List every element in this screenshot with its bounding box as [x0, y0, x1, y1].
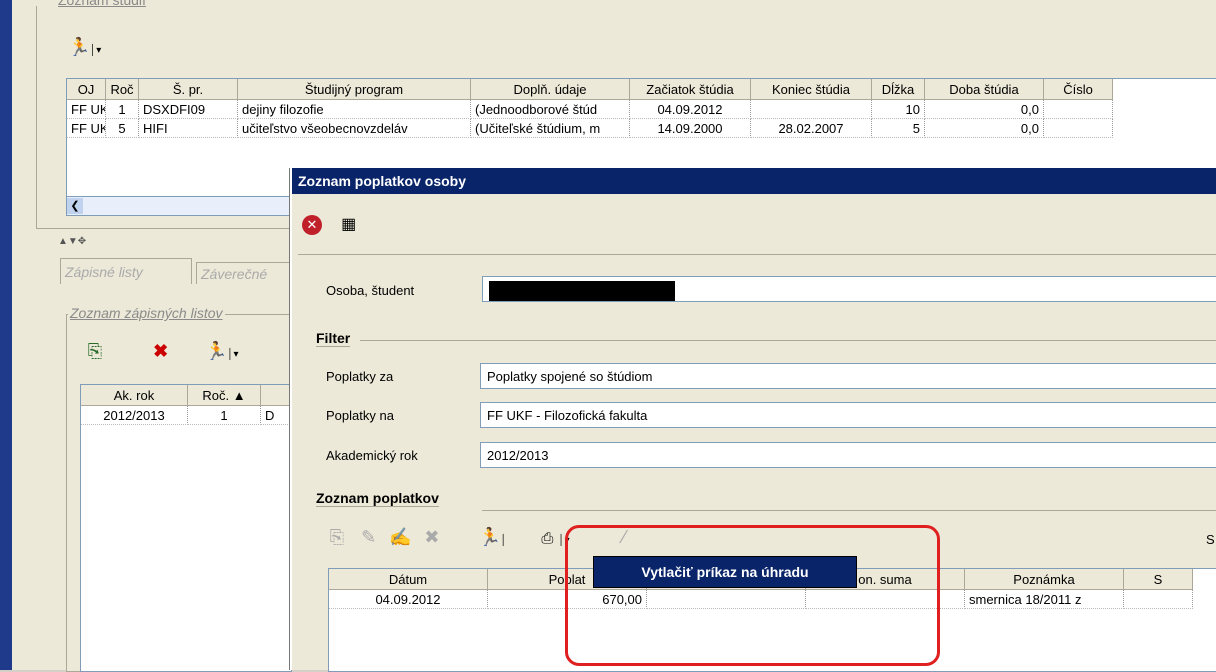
table-cell: 2012/2013 [81, 405, 188, 425]
fees-to-field[interactable]: FF UKF - Filozofická fakulta [480, 402, 1216, 428]
edit-pencil-icon[interactable]: ✎ [358, 526, 380, 548]
tab-label: Zápisné listy [65, 264, 143, 280]
right-s-label: S [1206, 532, 1215, 547]
table-cell: (Učiteľské štúdium, m [470, 118, 630, 138]
table-cell: 5 [105, 118, 139, 138]
dialog-toolbar: ✕ ▦ [302, 214, 360, 236]
column-header[interactable]: Roč [105, 79, 139, 100]
dropdown-arrow-icon[interactable]: │ [501, 535, 507, 546]
column-header[interactable]: Dátum [329, 569, 488, 590]
academic-year-field[interactable]: 2012/2013 [480, 442, 1216, 468]
table-cell: DSXDFI09 [138, 99, 238, 119]
table-cell: FF UKF [67, 118, 106, 138]
tab-zapisne-listy[interactable]: Zápisné listy [60, 258, 192, 284]
tab-label: Záverečné [201, 266, 268, 282]
delete-x-icon[interactable]: ✖ [150, 340, 172, 362]
window-frame-left [0, 0, 12, 670]
column-header[interactable]: Začiatok štúdia [629, 79, 751, 100]
table-cell: 0,0 [924, 118, 1044, 138]
table-cell: 1 [105, 99, 139, 119]
add-doc-icon[interactable]: ⎘ [326, 526, 348, 548]
scroll-left-icon[interactable]: ❮ [67, 198, 83, 214]
person-field[interactable] [482, 276, 1216, 302]
runner-icon[interactable]: 🏃 [205, 340, 227, 362]
table-cell: učiteľstvo všeobecnovzdeláv [237, 118, 471, 138]
table-cell: 5 [871, 118, 925, 138]
column-header[interactable]: Š. pr. [138, 79, 238, 100]
print-icon[interactable]: ⎙ [536, 528, 558, 550]
table-cell: 04.09.2012 [329, 589, 488, 609]
studies-toolbar: 🏃│▾ [68, 36, 101, 58]
column-header[interactable]: S [1123, 569, 1193, 590]
column-header[interactable]: Študijný program [237, 79, 471, 100]
column-header[interactable]: Ak. rok [81, 385, 188, 406]
add-doc-icon[interactable]: ⎘ [84, 340, 106, 362]
column-header[interactable]: Doplň. údaje [470, 79, 630, 100]
delete-x-icon[interactable]: ✖ [421, 526, 443, 548]
table-cell [1123, 589, 1193, 609]
table-cell: HIFI [138, 118, 238, 138]
table-row[interactable]: 2012/2013 1 D [81, 405, 290, 425]
column-header[interactable]: Koniec štúdia [750, 79, 872, 100]
studies-group-title: Zoznam štúdií [56, 0, 148, 8]
dialog-title: Zoznam poplatkov osoby [292, 168, 1216, 194]
close-red-icon[interactable]: ✕ [302, 215, 322, 235]
table-cell: FF UKF [67, 99, 106, 119]
runner-icon[interactable]: 🏃 [479, 526, 501, 548]
column-header[interactable]: Roč. ▲ [187, 385, 261, 406]
table-cell: 1 [187, 405, 261, 425]
table-cell [750, 99, 872, 119]
academic-year-label: Akademický rok [326, 448, 418, 463]
table-cell: smernica 18/2011 z [964, 589, 1124, 609]
sign-icon[interactable]: ✍ [389, 526, 411, 548]
runner-icon[interactable]: 🏃 [68, 36, 90, 58]
dropdown-arrow-icon[interactable]: │▾ [227, 349, 238, 360]
column-header[interactable]: OJ [67, 79, 106, 100]
table-cell: (Jednoodborové štúd [470, 99, 630, 119]
horizontal-scrollbar[interactable]: ❮ [66, 196, 292, 216]
table-cell: 28.02.2007 [750, 118, 872, 138]
separator [298, 254, 1216, 255]
fees-for-field[interactable]: Poplatky spojené so štúdiom [480, 363, 1216, 389]
grid-settings-icon[interactable]: ▦ [338, 214, 360, 236]
column-header[interactable]: Poznámka [964, 569, 1124, 590]
column-header[interactable]: Číslo [1043, 79, 1113, 100]
table-cell: 10 [871, 99, 925, 119]
fees-list-title: Zoznam poplatkov [316, 490, 439, 507]
table-cell: 0,0 [924, 99, 1044, 119]
person-label: Osoba, študent [326, 283, 415, 298]
fees-separator [482, 510, 1216, 511]
table-row[interactable]: FF UKF1DSXDFI09dejiny filozofie(Jednoodb… [67, 99, 1113, 119]
splitter-arrows[interactable]: ▲▼✥ [58, 236, 86, 247]
table-cell [1043, 118, 1113, 138]
table-row[interactable]: FF UKF5HIFIučiteľstvo všeobecnovzdeláv(U… [67, 118, 1113, 138]
column-header[interactable]: Dĺžka [871, 79, 925, 100]
table-cell [1043, 99, 1113, 119]
fees-to-label: Poplatky na [326, 408, 394, 423]
enroll-group-title: Zoznam zápisných listov [68, 305, 225, 321]
redaction-bar [489, 280, 675, 301]
column-header[interactable]: Doba štúdia [924, 79, 1044, 100]
annotation-highlight [565, 525, 940, 666]
enroll-table[interactable]: Ak. rok Roč. ▲ 2012/2013 1 D [80, 384, 292, 672]
enroll-toolbar: ⎘ ✖ 🏃│▾ [84, 340, 239, 362]
filter-title: Filter [316, 330, 351, 347]
table-cell: 14.09.2000 [629, 118, 751, 138]
filter-separator [360, 340, 1216, 341]
fees-for-label: Poplatky za [326, 369, 394, 384]
table-cell: dejiny filozofie [237, 99, 471, 119]
table-cell: 04.09.2012 [629, 99, 751, 119]
table-cell: D [260, 405, 290, 425]
tab-zaverecne[interactable]: Záverečné [196, 262, 290, 284]
column-header[interactable] [260, 385, 290, 406]
dropdown-arrow-icon[interactable]: │▾ [90, 45, 101, 56]
